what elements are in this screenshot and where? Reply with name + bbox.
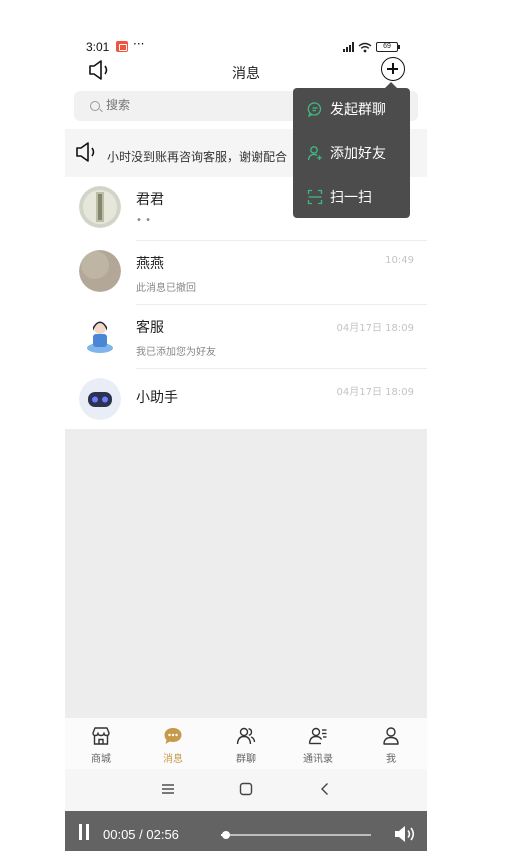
conversation-time: 04月17日 18:09: [336, 323, 414, 334]
search-input[interactable]: [106, 98, 306, 112]
conversation-name: 君君: [136, 192, 164, 208]
header: 消息: [65, 55, 427, 91]
status-indicators: 69: [343, 41, 400, 53]
group-chat-icon: [307, 102, 322, 117]
conversation-preview: • •: [136, 215, 151, 226]
phone-screen: 3:01 ··· 69 消息 搜索 小时没到账再咨询客服，谢谢配合 君君 • •…: [65, 31, 427, 864]
home-icon[interactable]: [239, 782, 253, 796]
contacts-icon: [308, 727, 327, 745]
empty-area: [65, 429, 427, 717]
playback-time: 00:05 / 02:56: [103, 827, 179, 842]
tab-messages[interactable]: 消息: [137, 718, 209, 770]
seek-bar-thumb[interactable]: [221, 831, 230, 839]
system-navigation-bar: [65, 769, 427, 811]
scan-icon: [307, 189, 323, 205]
conversation-name: 燕燕: [136, 256, 164, 272]
conversation-row[interactable]: 小助手 04月17日 18:09: [65, 369, 427, 433]
menu-item-scan[interactable]: 扫一扫: [293, 176, 410, 220]
search-icon: [90, 101, 100, 111]
bottom-tab-bar: 商城 消息 群聊 通讯录 我: [65, 717, 427, 769]
conversation-preview: 我已添加您为好友: [136, 347, 216, 358]
announcement-speaker-icon: [76, 142, 95, 162]
conversation-name: 小助手: [136, 390, 178, 406]
profile-icon: [383, 727, 399, 745]
seek-bar[interactable]: [221, 831, 371, 839]
menu-item-label: 发起群聊: [330, 102, 386, 118]
page-title: 消息: [232, 66, 260, 82]
tab-shop[interactable]: 商城: [65, 718, 137, 770]
avatar: [79, 378, 121, 420]
tab-label: 商城: [91, 754, 111, 765]
tab-label: 我: [386, 754, 396, 765]
pause-icon[interactable]: [78, 824, 90, 840]
conversation-row[interactable]: 燕燕 此消息已撤回 10:49: [65, 241, 427, 305]
message-icon: [164, 728, 182, 744]
conversation-preview: 此消息已撤回: [136, 283, 196, 294]
notice-text: 小时没到账再咨询客服，谢谢配合: [107, 150, 288, 164]
tab-me[interactable]: 我: [355, 718, 427, 770]
more-notifications-icon: ···: [133, 37, 145, 51]
conversation-time: 10:49: [385, 255, 414, 266]
tab-label: 通讯录: [303, 754, 333, 765]
group-icon: [236, 727, 256, 745]
add-plus-icon[interactable]: [381, 57, 405, 81]
battery-icon: 69: [376, 42, 400, 52]
conversation-name: 客服: [136, 320, 164, 336]
conversation-row[interactable]: 客服 我已添加您为好友 04月17日 18:09: [65, 305, 427, 369]
tab-group-chat[interactable]: 群聊: [210, 718, 282, 770]
tab-label: 群聊: [236, 754, 256, 765]
shop-icon: [92, 727, 110, 745]
tab-label: 消息: [163, 754, 183, 765]
back-icon[interactable]: [318, 782, 332, 796]
volume-icon[interactable]: [394, 825, 418, 843]
screen-record-icon: [116, 41, 128, 52]
add-friend-icon: [307, 146, 322, 161]
avatar: [79, 250, 121, 292]
menu-icon[interactable]: [161, 782, 175, 796]
menu-item-start-group-chat[interactable]: 发起群聊: [293, 88, 410, 132]
menu-item-label: 扫一扫: [330, 190, 372, 206]
cellular-signal-icon: [343, 42, 354, 52]
media-player-bar: 00:05 / 02:56: [65, 811, 427, 851]
popup-menu: 发起群聊 添加好友 扫一扫: [293, 82, 410, 220]
conversation-time: 04月17日 18:09: [336, 387, 414, 398]
bottom-spacer: [65, 851, 427, 864]
status-time: 3:01: [86, 40, 110, 54]
menu-item-add-friend[interactable]: 添加好友: [293, 132, 410, 176]
avatar: [79, 186, 121, 228]
avatar: [79, 314, 121, 356]
wifi-icon: [358, 42, 372, 52]
tab-contacts[interactable]: 通讯录: [282, 718, 354, 770]
menu-item-label: 添加好友: [330, 146, 386, 162]
